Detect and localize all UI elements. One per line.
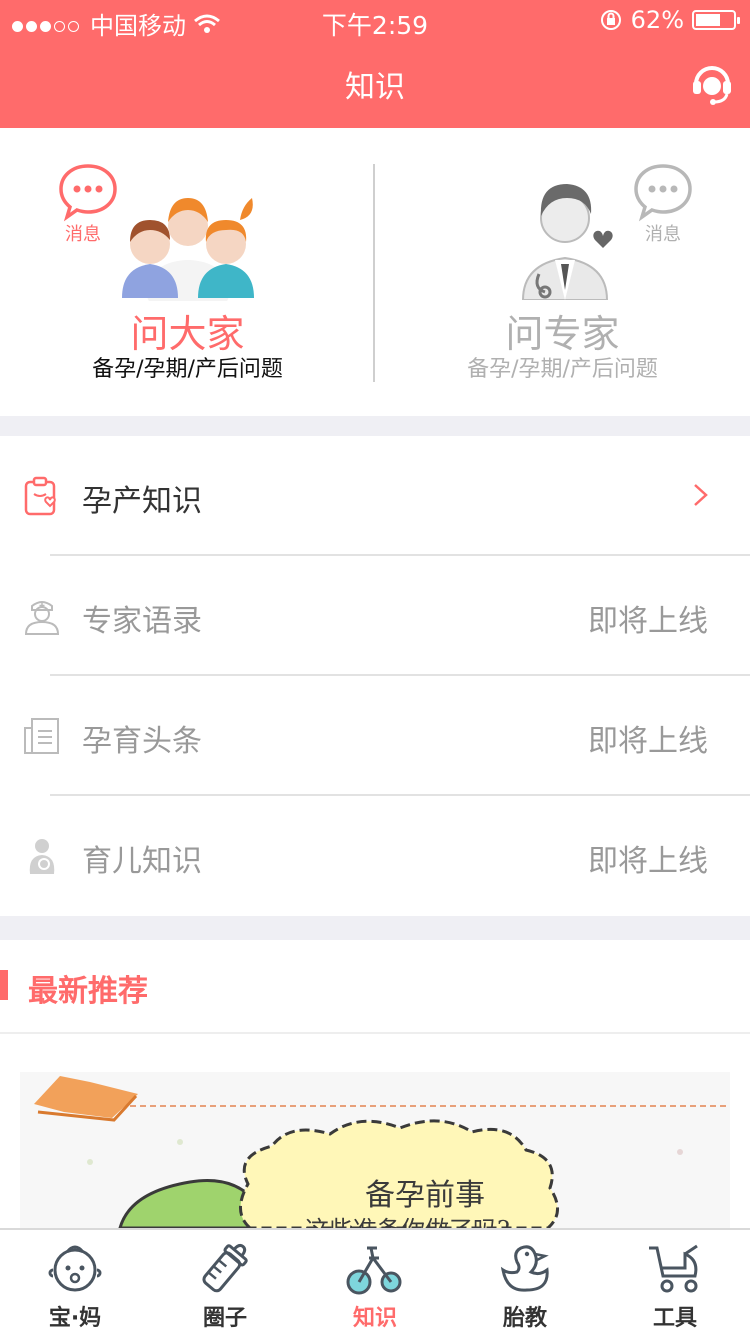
list-item-label: 孕育头条 [82,724,202,759]
accent-bar [0,970,8,1000]
message-label: 消息 [645,224,681,245]
banner-subtitle: 这些准备你做了吗? [305,1210,510,1228]
tricycle-icon [346,1246,402,1295]
ask-section: 消息 问大家 备孕/孕期/产后问题 消息 问专家 备孕/孕期/产后问题 [0,128,750,416]
tab-bar: 宝·妈 圈子 知识 胎教 工具 [0,1228,750,1336]
tab-label: 工具 [652,1306,697,1331]
page-title: 知识 [345,70,405,105]
customer-service-icon[interactable] [690,62,734,106]
list-item-parenting-headlines[interactable]: 孕育头条 即将上线 [0,676,750,796]
coming-soon-label: 即将上线 [588,724,708,759]
battery-icon [692,10,740,30]
list-item-label: 育儿知识 [82,844,202,879]
section-separator [0,916,750,940]
recommend-title: 最新推荐 [28,974,148,1009]
recommend-banner[interactable]: 备孕前事 这些准备你做了吗? [20,1072,730,1228]
newspaper-icon [24,718,59,754]
baby-face-icon [48,1245,102,1292]
rotation-lock-icon [600,10,621,30]
tab-label: 圈子 [202,1306,247,1331]
ask-expert-subtitle: 备孕/孕期/产后问题 [467,357,658,382]
chevron-right-icon [694,484,708,506]
recommend-header: 最新推荐 [0,940,750,1034]
duck-icon [500,1245,549,1292]
message-label: 消息 [65,224,101,245]
tab-label: 宝·妈 [48,1306,102,1331]
message-bubble-icon [634,164,692,222]
doctor-icon [521,184,613,300]
tab-circle[interactable]: 圈子 [150,1230,300,1336]
list-item-pregnancy-knowledge[interactable]: 孕产知识 [0,436,750,556]
group-people-icon [122,198,254,301]
message-bubble-icon [59,164,117,222]
nurse-icon [24,601,60,635]
ask-expert-title: 问专家 [505,312,620,356]
navigation-bar: 知识 [0,40,750,128]
coming-soon-label: 即将上线 [588,844,708,879]
knowledge-list: 孕产知识 专家语录 即将上线 孕育头条 即将上线 育儿知识 即将上线 [0,436,750,916]
ask-everyone-card[interactable]: 消息 问大家 备孕/孕期/产后问题 [0,128,375,416]
list-item-label: 孕产知识 [82,484,202,519]
coming-soon-label: 即将上线 [588,604,708,639]
section-separator [0,416,750,436]
ask-everyone-subtitle: 备孕/孕期/产后问题 [92,357,283,382]
tab-tools[interactable]: 工具 [600,1230,750,1336]
stroller-icon [649,1244,698,1293]
list-item-childcare-knowledge[interactable]: 育儿知识 即将上线 [0,796,750,916]
list-item-expert-quotes[interactable]: 专家语录 即将上线 [0,556,750,676]
tab-prenatal-education[interactable]: 胎教 [450,1230,600,1336]
tab-label: 知识 [352,1306,397,1331]
clipboard-heart-icon [24,476,56,516]
mother-baby-icon [29,839,55,874]
tab-baby-mom[interactable]: 宝·妈 [0,1230,150,1336]
banner-title: 备孕前事 [365,1178,485,1213]
ask-everyone-title: 问大家 [130,312,245,356]
baby-bottle-icon [202,1243,248,1293]
ask-expert-card[interactable]: 消息 问专家 备孕/孕期/产后问题 [375,128,750,416]
tab-label: 胎教 [502,1306,547,1331]
tab-knowledge[interactable]: 知识 [300,1230,450,1336]
status-bar: 中国移动 下午2:59 62% [0,0,750,40]
list-item-label: 专家语录 [82,604,202,639]
battery-percent: 62% [630,6,684,34]
